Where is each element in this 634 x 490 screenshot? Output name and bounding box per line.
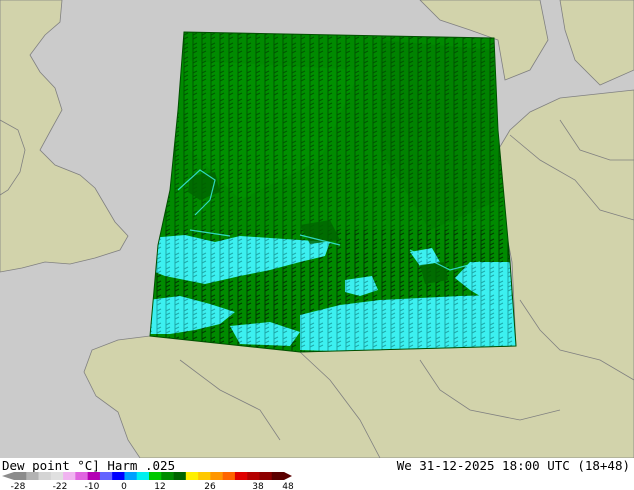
- scale-tick-label: -10: [85, 482, 100, 490]
- color-scale-legend: -28 -22 -10 0 12 26 38 48: [2, 472, 294, 490]
- color-swatch: [149, 472, 162, 480]
- color-swatch: [75, 472, 88, 480]
- color-swatch: [38, 472, 52, 480]
- scale-tick-label: 48: [282, 482, 294, 490]
- color-scale-ticks: -28 -22 -10 0 12 26 38 48: [11, 482, 294, 490]
- color-swatch: [14, 472, 27, 480]
- valid-datetime: We 31-12-2025 18:00 UTC (18+48): [396, 458, 630, 473]
- scale-tick-label: 12: [154, 482, 165, 490]
- color-swatch: [198, 472, 211, 480]
- forecast-domain: [150, 32, 516, 352]
- color-swatch: [124, 472, 138, 480]
- scale-tick-label: 26: [204, 482, 216, 490]
- color-swatch: [136, 472, 150, 480]
- color-swatch: [173, 472, 187, 480]
- scale-arrow-high: [284, 472, 292, 480]
- color-swatch: [50, 472, 64, 480]
- color-swatch: [222, 472, 236, 480]
- scale-tick-label: -28: [11, 482, 26, 490]
- color-swatch: [185, 472, 199, 480]
- color-swatch: [112, 472, 125, 480]
- color-swatch: [234, 472, 248, 480]
- color-swatch: [99, 472, 113, 480]
- color-scale-bar: [2, 472, 292, 480]
- color-swatch: [63, 472, 76, 480]
- scale-tick-label: 0: [121, 482, 127, 490]
- color-swatch: [259, 472, 273, 480]
- color-swatch: [26, 472, 39, 480]
- scale-tick-label: 38: [252, 482, 264, 490]
- color-swatch: [87, 472, 101, 480]
- dew-point-map: [0, 0, 634, 458]
- color-swatch: [210, 472, 223, 480]
- color-swatch: [247, 472, 260, 480]
- color-swatch: [271, 472, 285, 480]
- color-swatch: [161, 472, 174, 480]
- scale-arrow-low: [2, 472, 14, 480]
- scale-tick-label: -22: [53, 482, 68, 490]
